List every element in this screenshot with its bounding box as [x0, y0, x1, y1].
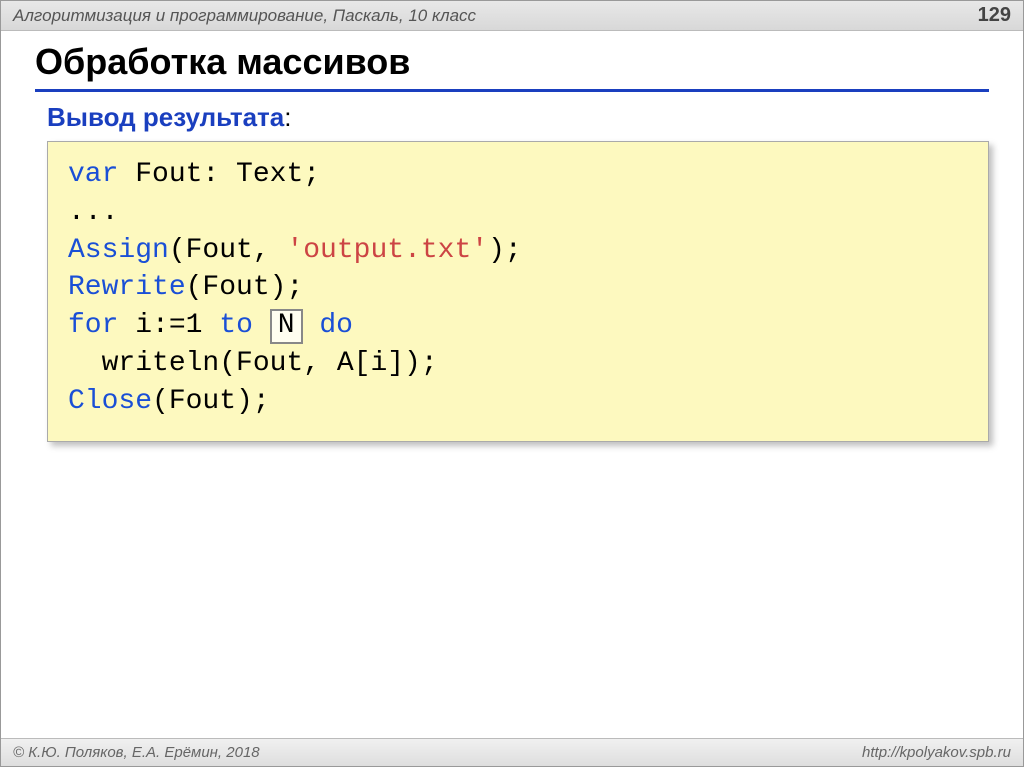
- title-block: Обработка массивов: [1, 31, 1023, 96]
- slide: Алгоритмизация и программирование, Паска…: [0, 0, 1024, 767]
- course-label: Алгоритмизация и программирование, Паска…: [13, 6, 476, 26]
- subtitle: Вывод результата:: [1, 96, 1023, 133]
- kw-close: Close: [68, 386, 152, 417]
- footer-bar: © К.Ю. Поляков, Е.А. Ерёмин, 2018 http:/…: [1, 738, 1023, 766]
- title-rule: [35, 89, 989, 92]
- code-text: [202, 310, 219, 341]
- code-text: );: [488, 235, 522, 266]
- subtitle-text: Вывод результата: [47, 102, 284, 132]
- code-text: i:=: [118, 310, 185, 341]
- boxed-n: N: [270, 309, 303, 344]
- code-text: (Fout);: [152, 386, 270, 417]
- copyright-label: © К.Ю. Поляков, Е.А. Ерёмин, 2018: [13, 744, 260, 761]
- kw-to: to: [219, 310, 253, 341]
- footer-url: http://kpolyakov.spb.ru: [862, 744, 1011, 761]
- kw-for: for: [68, 310, 118, 341]
- string-literal: 'output.txt': [286, 235, 488, 266]
- subtitle-colon: :: [284, 102, 291, 132]
- page-title: Обработка массивов: [35, 41, 989, 83]
- code-text: [253, 310, 270, 341]
- code-text: (Fout,: [169, 235, 287, 266]
- code-text: 1: [186, 310, 203, 341]
- code-text: writeln(Fout, A[i]);: [68, 348, 438, 379]
- code-text: [303, 310, 320, 341]
- code-text: Fout: Text;: [118, 159, 320, 190]
- code-text: (Fout);: [186, 272, 304, 303]
- kw-do: do: [319, 310, 353, 341]
- header-bar: Алгоритмизация и программирование, Паска…: [1, 1, 1023, 31]
- kw-rewrite: Rewrite: [68, 272, 186, 303]
- code-box: var Fout: Text; ... Assign(Fout, 'output…: [47, 141, 989, 442]
- code-text: ...: [68, 197, 118, 228]
- kw-var: var: [68, 159, 118, 190]
- page-number: 129: [978, 4, 1011, 27]
- kw-assign: Assign: [68, 235, 169, 266]
